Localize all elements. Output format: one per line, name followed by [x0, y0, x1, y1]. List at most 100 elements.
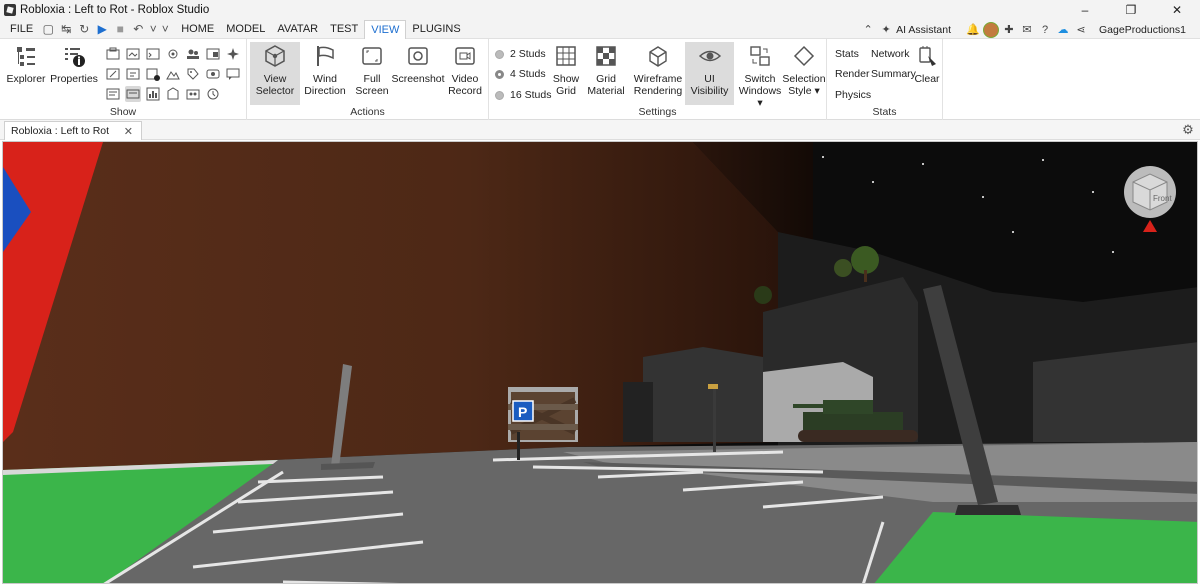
wind-flag-icon	[311, 43, 339, 69]
tab-plugins[interactable]: PLUGINS	[406, 20, 466, 39]
stats-group-label: Stats	[872, 106, 897, 118]
render-button[interactable]: Render	[835, 68, 869, 80]
close-button[interactable]: ✕	[1154, 0, 1200, 20]
notifications-icon[interactable]: 🔔	[965, 22, 981, 38]
device-icon[interactable]	[205, 66, 221, 82]
chart-icon[interactable]	[145, 86, 161, 102]
tab-avatar[interactable]: AVATAR	[271, 20, 324, 39]
show-grid-button[interactable]: Show Grid	[549, 43, 583, 97]
scene-render: Front P	[3, 142, 1197, 583]
building-block-shadow	[623, 382, 653, 442]
message-icon[interactable]	[225, 66, 241, 82]
asset-manager-icon[interactable]	[125, 46, 141, 62]
script-performance-icon[interactable]	[125, 86, 141, 102]
switch-windows-button[interactable]: Switch Windows ▾	[737, 43, 783, 109]
document-tab-label: Robloxia : Left to Rot	[11, 125, 110, 137]
ai-assistant-label[interactable]: AI Assistant	[896, 24, 951, 36]
username[interactable]: GageProductions1	[1099, 24, 1186, 36]
tag-editor-icon[interactable]	[185, 66, 201, 82]
full-screen-label-2: Screen	[355, 85, 389, 97]
play-icon[interactable]: ▶	[93, 20, 111, 39]
avatar[interactable]	[983, 21, 1000, 38]
selection-style-button[interactable]: Selection Style ▾	[782, 43, 826, 97]
minimize-button[interactable]: –	[1062, 0, 1108, 20]
show-group: Explorer Properties Show	[0, 39, 247, 120]
stop-icon[interactable]: ■	[111, 20, 129, 39]
screenshot-button[interactable]: Screenshot	[391, 43, 445, 85]
game-explorer-icon[interactable]	[205, 46, 221, 62]
assistant-sparkle-icon[interactable]	[225, 46, 241, 62]
stats-group: Stats Network Render Summary Physics Cle…	[827, 39, 943, 120]
studs-2-option[interactable]: 2 Studs	[495, 48, 546, 60]
video-record-label-1: Video	[451, 73, 479, 85]
stats-button[interactable]: Stats	[835, 48, 859, 60]
wind-direction-button[interactable]: Wind Direction	[302, 43, 348, 97]
video-record-button[interactable]: Video Record	[444, 43, 486, 97]
radio-16-studs[interactable]	[495, 90, 504, 100]
show-grid-label-1: Show	[552, 73, 580, 85]
close-tab-icon[interactable]: ✕	[124, 125, 133, 138]
radio-2-studs[interactable]	[495, 49, 504, 59]
pole-base-right	[955, 505, 1021, 515]
diamond-icon	[790, 43, 818, 69]
show-grid-label-2: Grid	[556, 85, 576, 97]
studs-16-option[interactable]: 16 Studs	[495, 89, 551, 101]
help-icon[interactable]: ?	[1037, 22, 1053, 38]
lighting-icon[interactable]	[165, 46, 181, 62]
switch-windows-label-2-text: Windows	[738, 85, 782, 97]
add-friend-icon[interactable]: ✚	[1001, 22, 1017, 38]
history-icon[interactable]	[205, 86, 221, 102]
streaming-icon[interactable]	[185, 86, 201, 102]
selection-style-label-2: Style ▾	[788, 85, 820, 97]
save-icon[interactable]: ▢	[39, 20, 57, 39]
toolbox-icon[interactable]	[105, 46, 121, 62]
refresh-icon[interactable]: ↻	[75, 20, 93, 39]
radio-4-studs[interactable]	[495, 69, 504, 79]
full-screen-button[interactable]: Full Screen	[350, 43, 394, 97]
maximize-button[interactable]: ❐	[1108, 0, 1154, 20]
undo-icon[interactable]: ↶	[129, 20, 147, 39]
publish-icon[interactable]: ↹	[57, 20, 75, 39]
wireframe-label-1: Wireframe	[633, 73, 683, 85]
physics-button[interactable]: Physics	[835, 89, 871, 101]
tab-model[interactable]: MODEL	[220, 20, 271, 39]
toolbox-edit-icon[interactable]	[105, 66, 121, 82]
menu-bar: FILE ▢ ↹ ↻ ▶ ■ ↶ ˅ ˅ HOME MODEL AVATAR T…	[0, 19, 1200, 39]
drafts-icon[interactable]	[165, 86, 181, 102]
team-create-icon[interactable]	[185, 46, 201, 62]
tab-view[interactable]: VIEW	[364, 19, 407, 39]
menu-file[interactable]: FILE	[0, 20, 39, 39]
ribbon: Explorer Properties Show View Selector W…	[0, 39, 1200, 120]
ai-assistant-icon[interactable]: ✦	[878, 22, 894, 38]
grid-material-button[interactable]: Grid Material	[585, 43, 627, 97]
output-icon[interactable]	[145, 46, 161, 62]
document-tab[interactable]: Robloxia : Left to Rot ✕	[4, 121, 142, 140]
customize-icon[interactable]: ˅	[159, 20, 171, 39]
view-selector-button[interactable]: View Selector	[250, 42, 300, 105]
tab-home[interactable]: HOME	[175, 20, 220, 39]
checker-icon	[592, 43, 620, 69]
studs-4-option[interactable]: 4 Studs	[495, 68, 546, 80]
network-button[interactable]: Network	[871, 48, 910, 60]
share-icon[interactable]: ⋖	[1073, 22, 1089, 38]
wireframe-rendering-button[interactable]: Wireframe Rendering	[633, 43, 683, 97]
tab-test[interactable]: TEST	[324, 20, 364, 39]
summary-button[interactable]: Summary	[871, 68, 916, 80]
clear-button[interactable]: Clear	[913, 43, 941, 85]
ui-visibility-button[interactable]: UI Visibility	[685, 42, 734, 105]
cloud-icon[interactable]: ☁	[1055, 22, 1071, 38]
studs-2-label: 2 Studs	[510, 48, 546, 60]
script-analysis-icon[interactable]	[145, 66, 161, 82]
redo-icon[interactable]: ˅	[147, 20, 159, 39]
full-screen-label-1: Full	[363, 73, 381, 85]
properties-button[interactable]: Properties	[50, 43, 98, 85]
terrain-editor-icon[interactable]	[165, 66, 181, 82]
command-bar-icon[interactable]	[125, 66, 141, 82]
gear-icon[interactable]: ⚙	[1180, 122, 1196, 138]
document-tab-bar: Robloxia : Left to Rot ✕ ⚙	[0, 120, 1200, 140]
viewport-3d[interactable]: Front P	[2, 141, 1198, 584]
explorer-button[interactable]: Explorer	[4, 43, 48, 85]
localization-icon[interactable]	[105, 86, 121, 102]
chat-icon[interactable]: ✉	[1019, 22, 1035, 38]
collapse-ribbon-icon[interactable]: ⌃	[860, 22, 876, 38]
